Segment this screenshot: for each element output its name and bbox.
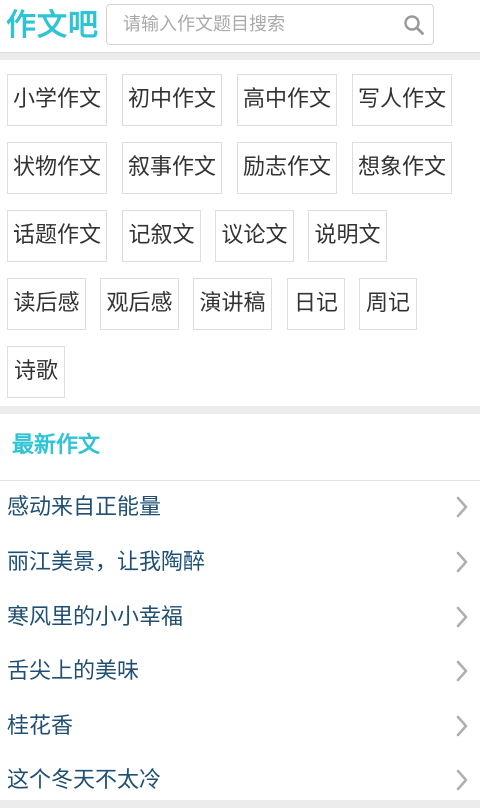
category-tag[interactable]: 说明文 bbox=[308, 210, 387, 262]
section-title: 最新作文 bbox=[12, 433, 101, 458]
category-tag[interactable]: 观后感 bbox=[100, 278, 179, 330]
category-tag[interactable]: 日记 bbox=[287, 278, 345, 330]
app-logo[interactable]: 作文吧 bbox=[6, 6, 99, 46]
category-tag[interactable]: 高中作文 bbox=[237, 74, 337, 126]
app-header: 作文吧 bbox=[0, 0, 480, 53]
category-tag[interactable]: 初中作文 bbox=[122, 74, 222, 126]
category-tag[interactable]: 状物作文 bbox=[7, 142, 107, 194]
chevron-right-icon bbox=[456, 715, 468, 737]
chevron-right-icon bbox=[456, 660, 468, 682]
article-title: 丽江美景，让我陶醉 bbox=[7, 550, 206, 575]
category-tag[interactable]: 小学作文 bbox=[7, 74, 107, 126]
article-list-item[interactable]: 舌尖上的美味 bbox=[0, 645, 480, 699]
category-tag[interactable]: 想象作文 bbox=[352, 142, 452, 194]
article-title: 舌尖上的美味 bbox=[7, 659, 140, 684]
search-input[interactable] bbox=[107, 5, 397, 44]
chevron-right-icon bbox=[456, 769, 468, 791]
category-tag[interactable]: 周记 bbox=[359, 278, 417, 330]
latest-articles-section: 最新作文 感动来自正能量 丽江美景，让我陶醉 寒风里的小小幸福 舌尖上的美味 桂… bbox=[0, 414, 480, 800]
category-tag[interactable]: 话题作文 bbox=[7, 210, 107, 262]
category-tag[interactable]: 励志作文 bbox=[237, 142, 337, 194]
article-list-item[interactable]: 感动来自正能量 bbox=[0, 481, 480, 535]
article-title: 寒风里的小小幸福 bbox=[7, 605, 184, 630]
category-tag[interactable]: 演讲稿 bbox=[193, 278, 272, 330]
article-title: 感动来自正能量 bbox=[7, 495, 162, 520]
search-icon[interactable] bbox=[403, 14, 425, 36]
category-tag[interactable]: 诗歌 bbox=[7, 346, 65, 398]
category-tag[interactable]: 议论文 bbox=[215, 210, 294, 262]
search-box[interactable] bbox=[106, 4, 434, 45]
article-list-item[interactable]: 丽江美景，让我陶醉 bbox=[0, 536, 480, 590]
chevron-right-icon bbox=[456, 551, 468, 573]
category-tags: 小学作文 初中作文 高中作文 写人作文 状物作文 叙事作文 励志作文 想象作文 … bbox=[0, 60, 480, 406]
category-tag[interactable]: 写人作文 bbox=[352, 74, 452, 126]
article-title: 这个冬天不太冷 bbox=[7, 768, 162, 793]
category-tag[interactable]: 记叙文 bbox=[122, 210, 201, 262]
chevron-right-icon bbox=[456, 606, 468, 628]
article-list-item[interactable]: 桂花香 bbox=[0, 700, 480, 754]
chevron-right-icon bbox=[456, 496, 468, 518]
article-title: 桂花香 bbox=[7, 714, 74, 739]
category-tag[interactable]: 读后感 bbox=[7, 278, 86, 330]
category-tag[interactable]: 叙事作文 bbox=[122, 142, 222, 194]
article-list-item[interactable]: 寒风里的小小幸福 bbox=[0, 591, 480, 645]
